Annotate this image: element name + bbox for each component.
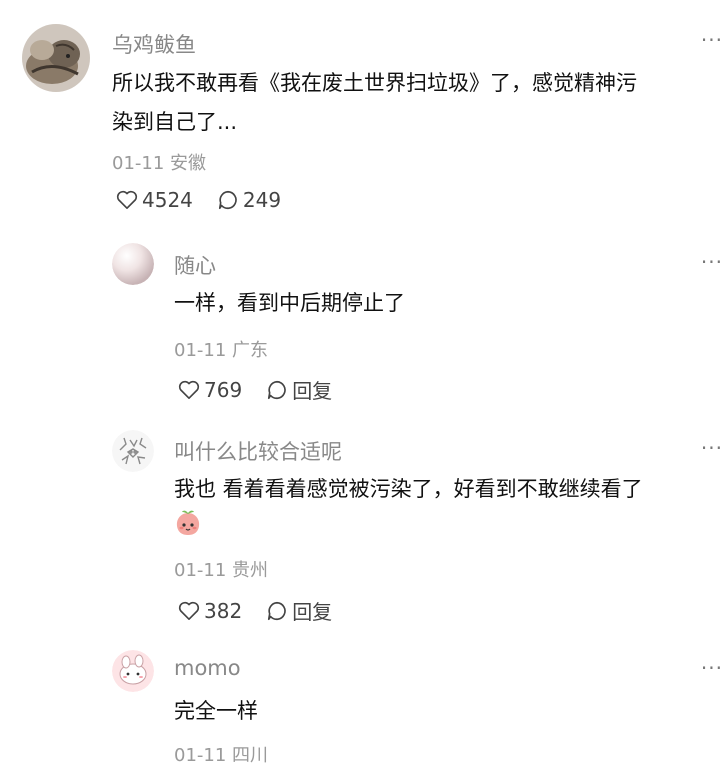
- comment-meta: 01-11 安徽: [112, 149, 206, 175]
- more-options-icon[interactable]: ···: [701, 250, 723, 274]
- comment-meta: 01-11 广东: [174, 336, 268, 362]
- comment-author[interactable]: momo: [174, 656, 241, 680]
- comment-1: 乌鸡鲅鱼 ··· 所以我不敢再看《我在废土世界扫垃圾》了，感觉精神污 染到自己了…: [0, 0, 727, 230]
- comment-location: 安徽: [170, 153, 207, 174]
- comment-text-line: 染到自己了...: [112, 110, 238, 134]
- like-button[interactable]: 769: [178, 378, 242, 402]
- like-count: 382: [204, 598, 243, 623]
- reply-2: 叫什么比较合适呢 ··· 我也 看着看着感觉被污染了，好看到不敢继续看了 01-…: [0, 420, 727, 638]
- avatar-sketch[interactable]: [112, 430, 154, 472]
- comment-text: 所以我不敢再看《我在废土世界扫垃圾》了，感觉精神污 染到自己了...: [112, 64, 722, 142]
- comment-text-line: 我也 看着看着感觉被污染了，好看到不敢继续看了: [174, 477, 643, 501]
- avatar-pearl[interactable]: [112, 243, 154, 285]
- comment-location: 四川: [232, 745, 269, 766]
- reply-label: 回复: [292, 379, 333, 403]
- comment-bubble-icon: [268, 380, 286, 399]
- comment-bubble-icon: [218, 190, 237, 210]
- heart-icon: [116, 190, 138, 209]
- like-count: 4524: [142, 188, 193, 212]
- comment-date: 01-11: [174, 340, 227, 361]
- more-options-icon[interactable]: ···: [701, 436, 723, 460]
- comment-location: 广东: [232, 340, 269, 361]
- reply-button[interactable]: 249: [217, 188, 281, 212]
- comment-meta: 01-11 四川: [174, 741, 268, 767]
- reply-button[interactable]: 回复: [266, 375, 332, 404]
- comment-actions: 4524 249: [116, 188, 305, 212]
- comment-author[interactable]: 乌鸡鲅鱼: [112, 29, 196, 59]
- comment-author[interactable]: 叫什么比较合适呢: [174, 436, 342, 466]
- comment-author[interactable]: 随心: [174, 250, 216, 280]
- reply-3: momo ··· 完全一样 01-11 四川: [0, 638, 727, 778]
- reply-1: 随心 ··· 一样，看到中后期停止了 01-11 广东 769 回复: [0, 230, 727, 420]
- comment-date: 01-11: [174, 745, 227, 766]
- comment-text: 我也 看着看着感觉被污染了，好看到不敢继续看了: [174, 470, 724, 548]
- reply-count: 249: [242, 188, 282, 212]
- comment-text-line: 所以我不敢再看《我在废土世界扫垃圾》了，感觉精神污: [112, 71, 637, 95]
- avatar-cat[interactable]: [22, 24, 90, 92]
- like-button[interactable]: 382: [178, 599, 242, 623]
- heart-icon: [178, 380, 200, 399]
- like-button[interactable]: 4524: [116, 188, 193, 212]
- comment-date: 01-11: [174, 560, 227, 581]
- more-options-icon[interactable]: ···: [701, 656, 723, 680]
- comment-date: 01-11: [112, 153, 165, 174]
- reply-label: 回复: [292, 600, 333, 624]
- reply-button[interactable]: 回复: [266, 596, 332, 625]
- more-options-icon[interactable]: ···: [701, 28, 723, 52]
- comment-actions: 769 回复: [178, 375, 356, 404]
- peach-face-emoji: [174, 509, 202, 550]
- comment-text: 完全一样: [174, 699, 258, 723]
- avatar-bunny[interactable]: [112, 650, 154, 692]
- like-count: 769: [204, 377, 243, 402]
- comment-text: 一样，看到中后期停止了: [174, 291, 405, 315]
- heart-icon: [178, 601, 200, 620]
- comment-location: 贵州: [232, 560, 269, 581]
- comment-actions: 382 回复: [178, 596, 356, 625]
- comment-meta: 01-11 贵州: [174, 556, 268, 582]
- comment-bubble-icon: [268, 601, 286, 620]
